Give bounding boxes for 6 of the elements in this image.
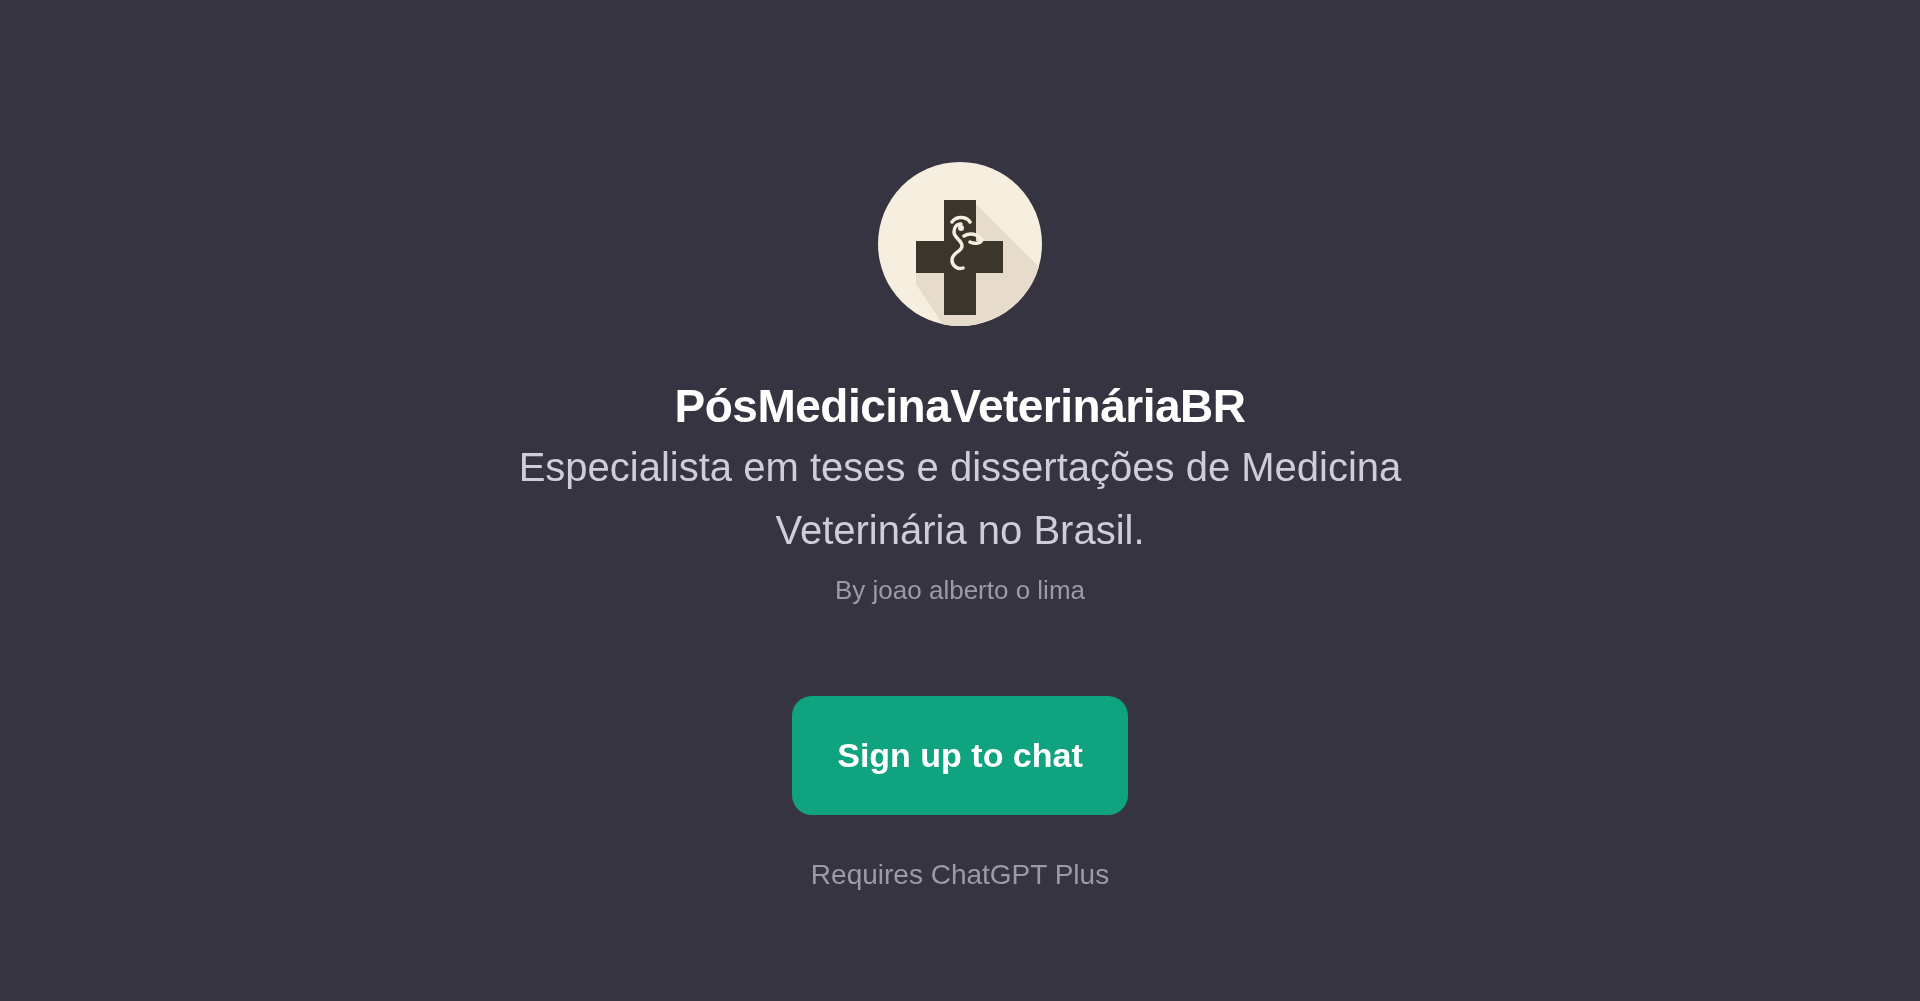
sign-up-button[interactable]: Sign up to chat (792, 696, 1128, 815)
gpt-title: PósMedicinaVeterináriaBR (674, 379, 1246, 434)
gpt-description: Especialista em teses e dissertações de Medicina Veterinária no Brasil. (517, 444, 1403, 554)
author-byline: By joao alberto o lima (835, 574, 1085, 607)
requirement-note: Requires ChatGPT Plus (810, 858, 1110, 892)
gpt-logo-icon (878, 162, 1042, 326)
